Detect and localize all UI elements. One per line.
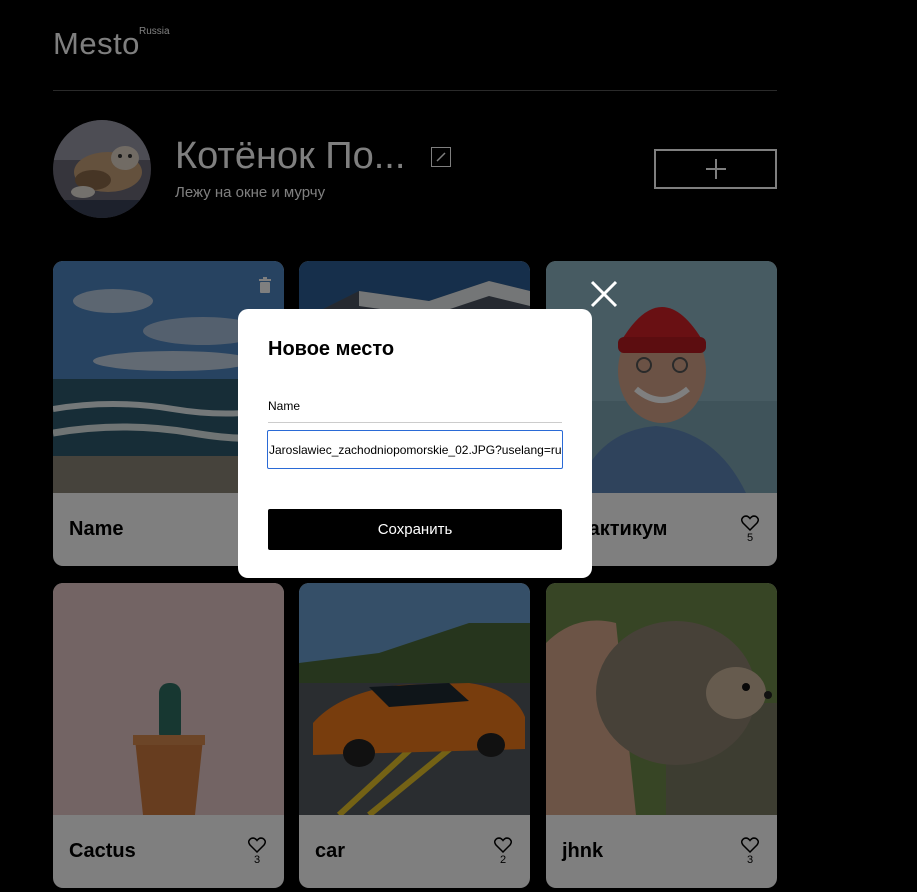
- name-field-underline[interactable]: [268, 422, 562, 423]
- new-place-modal: Новое место Name Сохранить: [238, 309, 592, 578]
- close-modal-button[interactable]: [587, 277, 621, 311]
- save-button[interactable]: Сохранить: [268, 509, 562, 550]
- link-input[interactable]: [267, 430, 563, 469]
- name-field-label: Name: [268, 399, 301, 413]
- close-icon: [590, 280, 618, 308]
- modal-title: Новое место: [268, 338, 395, 360]
- page: Mesto Russia Котёнок По... Лежу на окне …: [0, 0, 917, 892]
